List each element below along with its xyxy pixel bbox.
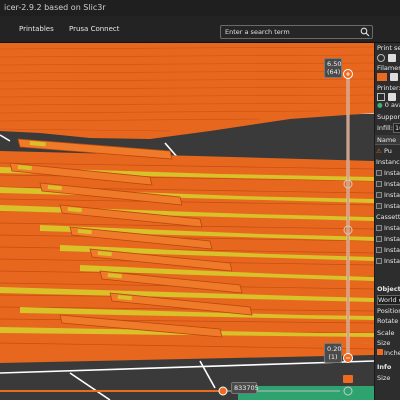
search-icon[interactable] xyxy=(360,27,370,37)
filament-color-swatch[interactable] xyxy=(377,73,387,81)
printer-lock-icon[interactable] xyxy=(388,93,396,101)
instance-row[interactable]: Instance xyxy=(375,234,400,245)
search-box[interactable]: Enter a search term xyxy=(220,25,373,39)
search-input[interactable]: Enter a search term xyxy=(225,28,290,36)
upper-layer-height: 6.50 xyxy=(327,60,342,68)
object-manipulation-title: Object manipulation xyxy=(377,285,400,293)
move-count-label: 833705 xyxy=(231,382,259,394)
objects-list-header: Name xyxy=(375,135,400,145)
instance-row[interactable]: Instance xyxy=(375,223,400,234)
infill-value[interactable]: 100 xyxy=(392,123,400,133)
filament-label: Filament: xyxy=(377,64,400,72)
window-titlebar: icer-2.9.2 based on Slic3r xyxy=(0,0,400,16)
rotate-label: Rotate (relative) xyxy=(377,317,400,325)
scale-label: Scale xyxy=(377,329,395,337)
objects-name-column: Name xyxy=(377,136,397,144)
lock-icon[interactable] xyxy=(388,54,396,62)
slider-lock xyxy=(343,375,353,383)
horizontal-slider-thumb xyxy=(218,386,228,396)
upper-layer-label: 6.50 (64) xyxy=(324,58,342,78)
printer-icon[interactable] xyxy=(377,93,385,101)
size-label: Size xyxy=(377,339,391,347)
gcode-preview-canvas[interactable] xyxy=(0,43,374,400)
upper-layer-number: (64) xyxy=(327,68,341,76)
availability-text: ● 0 avail xyxy=(377,101,400,109)
tab-printables[interactable]: Printables xyxy=(19,25,54,33)
lower-layer-label: 0.20 (1) xyxy=(324,343,342,363)
filament-lock-icon[interactable] xyxy=(390,73,398,81)
object-row[interactable]: ⚠ Pu xyxy=(375,146,400,157)
supports-label: Supports xyxy=(377,113,400,121)
info-size-label: Size xyxy=(377,374,391,382)
print-settings-label: Print settings xyxy=(377,44,400,52)
right-sidebar: Print settings Filament: Printer: ● 0 av… xyxy=(374,43,400,400)
sliced-object-layers xyxy=(0,138,374,363)
position-label: Position xyxy=(377,307,400,315)
inches-option[interactable]: Inches xyxy=(377,349,400,357)
instance-row[interactable]: Instance xyxy=(375,168,400,179)
inches-checkbox[interactable] xyxy=(377,349,383,355)
tab-prusa-connect[interactable]: Prusa Connect xyxy=(69,25,120,33)
horizontal-slider-track[interactable] xyxy=(0,384,374,400)
lower-layer-height: 0.20 xyxy=(327,345,342,353)
instance-row[interactable]: Instance xyxy=(375,179,400,190)
printer-label: Printer: xyxy=(377,84,400,92)
instance-row[interactable]: Instance xyxy=(375,201,400,212)
lower-layer-number: (1) xyxy=(328,353,338,361)
3d-preview-viewport[interactable] xyxy=(0,43,374,400)
instance-row[interactable]: Instance xyxy=(375,245,400,256)
object-row[interactable]: Cassette xyxy=(375,212,400,223)
instance-row[interactable]: Instance xyxy=(375,190,400,201)
instance-row[interactable]: Instance xyxy=(375,256,400,267)
coordinates-dropdown[interactable]: World coordinates xyxy=(377,295,400,305)
moves-horizontal-slider[interactable]: 833705 xyxy=(0,382,374,400)
horizontal-cog-icon xyxy=(343,386,353,396)
info-title: Info xyxy=(377,363,392,371)
object-row[interactable]: Instances xyxy=(375,157,400,168)
infill-label: Infill:100 xyxy=(377,123,400,133)
settings-gear-icon[interactable] xyxy=(377,54,385,62)
window-title: icer-2.9.2 based on Slic3r xyxy=(4,3,106,12)
